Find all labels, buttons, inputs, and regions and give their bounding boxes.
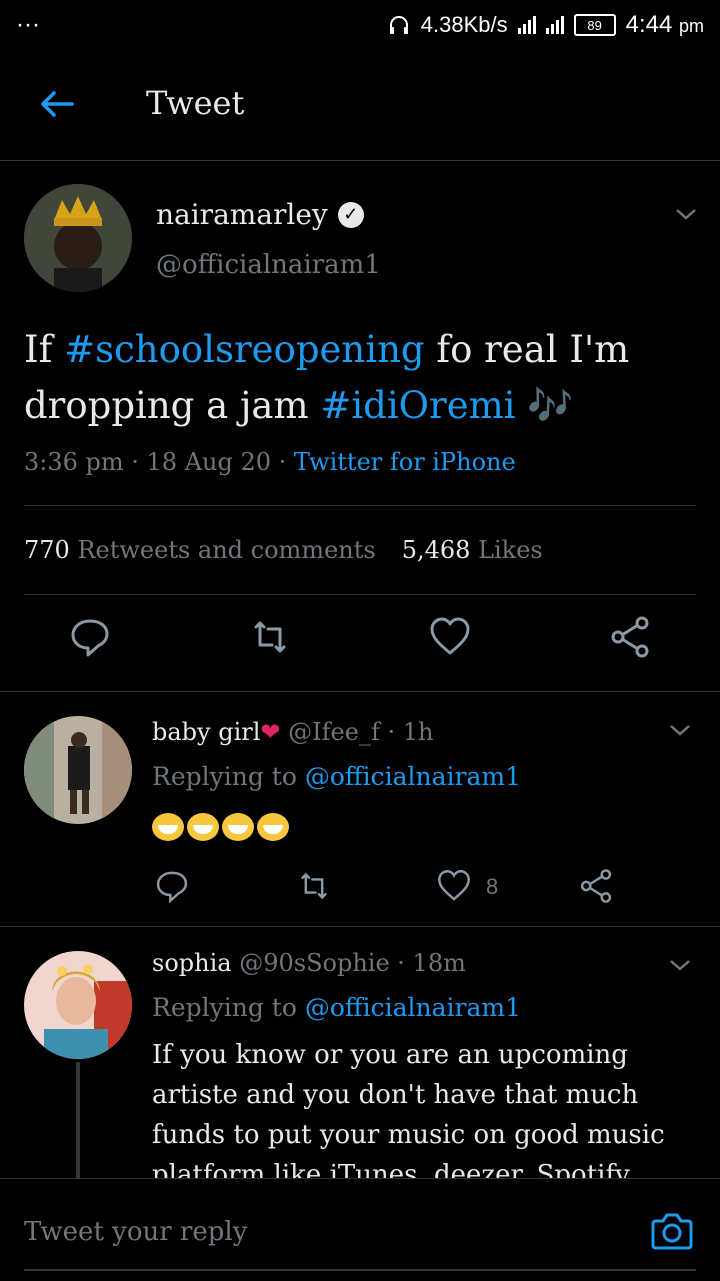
battery-icon: 89 xyxy=(573,14,616,36)
mention-link[interactable]: @officialnairam1 xyxy=(305,993,521,1022)
author-name[interactable]: nairamarley ✓ xyxy=(156,198,364,231)
chevron-down-icon[interactable] xyxy=(668,718,692,742)
reply-item[interactable]: baby girl❤ @Ifee_f · 1h Replying to @off… xyxy=(0,692,720,927)
tweet-actions xyxy=(0,615,720,675)
grinning-emoji-icon xyxy=(222,813,254,841)
signal-icon-2 xyxy=(545,16,564,34)
reply-avatar[interactable] xyxy=(24,716,132,824)
reply-emoji-text xyxy=(152,806,692,846)
reply-author-name[interactable]: sophia xyxy=(152,949,232,977)
like-heart-icon[interactable] xyxy=(436,868,472,904)
tweet-stats: 770 Retweets and comments 5,468 Likes xyxy=(24,536,543,564)
retweet-icon[interactable] xyxy=(248,615,292,659)
camera-icon[interactable] xyxy=(650,1211,694,1251)
status-bar: ··· 4.38Kb/s 89 4:44 pm xyxy=(0,0,720,50)
back-arrow-icon[interactable] xyxy=(36,84,76,124)
reply-handle-time: @90sSophie · 18m xyxy=(239,949,466,977)
tweet-timestamp: 3:36 pm · 18 Aug 20 · Twitter for iPhone xyxy=(24,448,516,476)
mention-link[interactable]: @officialnairam1 xyxy=(305,762,521,791)
like-heart-icon[interactable] xyxy=(428,615,472,659)
tweet-source-link[interactable]: Twitter for iPhone xyxy=(294,448,516,476)
grinning-emoji-icon xyxy=(257,813,289,841)
reply-input[interactable]: Tweet your reply xyxy=(24,1217,247,1247)
author-avatar[interactable] xyxy=(24,184,132,292)
tweet-text: If #schoolsreopening fo real I'm droppin… xyxy=(24,328,630,427)
chevron-down-icon[interactable] xyxy=(668,953,692,977)
share-icon[interactable] xyxy=(578,868,614,904)
divider xyxy=(24,505,696,506)
reply-composer: Tweet your reply xyxy=(0,1178,720,1281)
reply-icon[interactable] xyxy=(154,868,190,904)
retweets-stat[interactable]: 770 Retweets and comments xyxy=(24,536,376,564)
grinning-emoji-icon xyxy=(187,813,219,841)
likes-stat[interactable]: 5,468 Likes xyxy=(402,536,543,564)
reply-handle-time: @Ifee_f · 1h xyxy=(288,718,434,746)
music-notes-emoji: 🎶 xyxy=(515,384,574,427)
reply-icon[interactable] xyxy=(68,615,112,659)
replying-to: Replying to @officialnairam1 xyxy=(152,993,522,1022)
hashtag-link[interactable]: #schoolsreopening xyxy=(64,328,425,371)
clock: 4:44 pm xyxy=(625,11,704,38)
grinning-emoji-icon xyxy=(152,813,184,841)
network-speed: 4.38Kb/s xyxy=(420,12,508,37)
verified-badge-icon: ✓ xyxy=(337,201,364,228)
reply-header: sophia @90sSophie · 18m xyxy=(152,949,466,977)
reply-header: baby girl❤ @Ifee_f · 1h xyxy=(152,718,433,746)
reply-like-count: 8 xyxy=(486,874,499,899)
reply-avatar[interactable] xyxy=(24,951,132,1059)
heart-emoji: ❤ xyxy=(260,718,281,746)
signal-icon-1 xyxy=(517,16,536,34)
notification-dots: ··· xyxy=(16,11,40,38)
reply-item[interactable]: sophia @90sSophie · 18m Replying to @off… xyxy=(0,927,720,1178)
reply-text: If you know or you are an upcoming artis… xyxy=(152,1040,665,1178)
author-handle[interactable]: @officialnairam1 xyxy=(156,250,381,280)
chevron-down-icon[interactable] xyxy=(674,202,698,226)
status-icons: 4.38Kb/s 89 4:44 pm xyxy=(387,11,704,39)
share-icon[interactable] xyxy=(608,615,652,659)
page-title: Tweet xyxy=(146,84,245,122)
thread-line xyxy=(76,1062,80,1182)
hashtag-link[interactable]: #idiOremi xyxy=(320,384,515,427)
reply-author-name[interactable]: baby girl xyxy=(152,718,260,746)
top-bar: Tweet xyxy=(0,50,720,161)
replying-to: Replying to @officialnairam1 xyxy=(152,762,522,791)
input-underline xyxy=(24,1269,696,1271)
divider xyxy=(24,594,696,595)
headphones-icon xyxy=(389,16,408,34)
retweet-icon[interactable] xyxy=(296,868,332,904)
